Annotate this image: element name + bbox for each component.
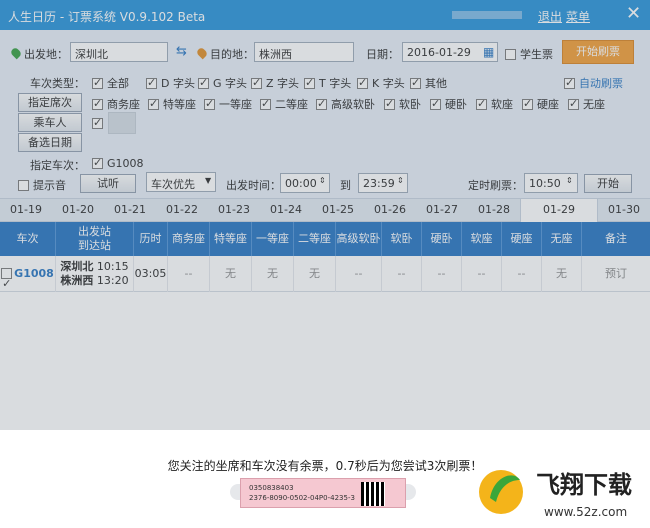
logo-brand: 飞翔下载 [536, 471, 632, 499]
logo-url: www.52z.com [544, 505, 627, 519]
ticket-code: 2376-8090-0502-04P0-4235-3 [249, 494, 355, 502]
ticket-number: 0350838403 [249, 484, 294, 492]
ticket-image: 0350838403 2376-8090-0502-04P0-4235-3 [240, 478, 406, 508]
qr-code-icon [361, 482, 385, 506]
dim-overlay [0, 0, 650, 430]
watermark-logo: 飞翔下载 www.52z.com [479, 470, 632, 519]
status-panel: 您关注的坐席和车次没有余票，0.7秒后为您尝试3次刷票！ 0350838403 … [0, 430, 650, 528]
